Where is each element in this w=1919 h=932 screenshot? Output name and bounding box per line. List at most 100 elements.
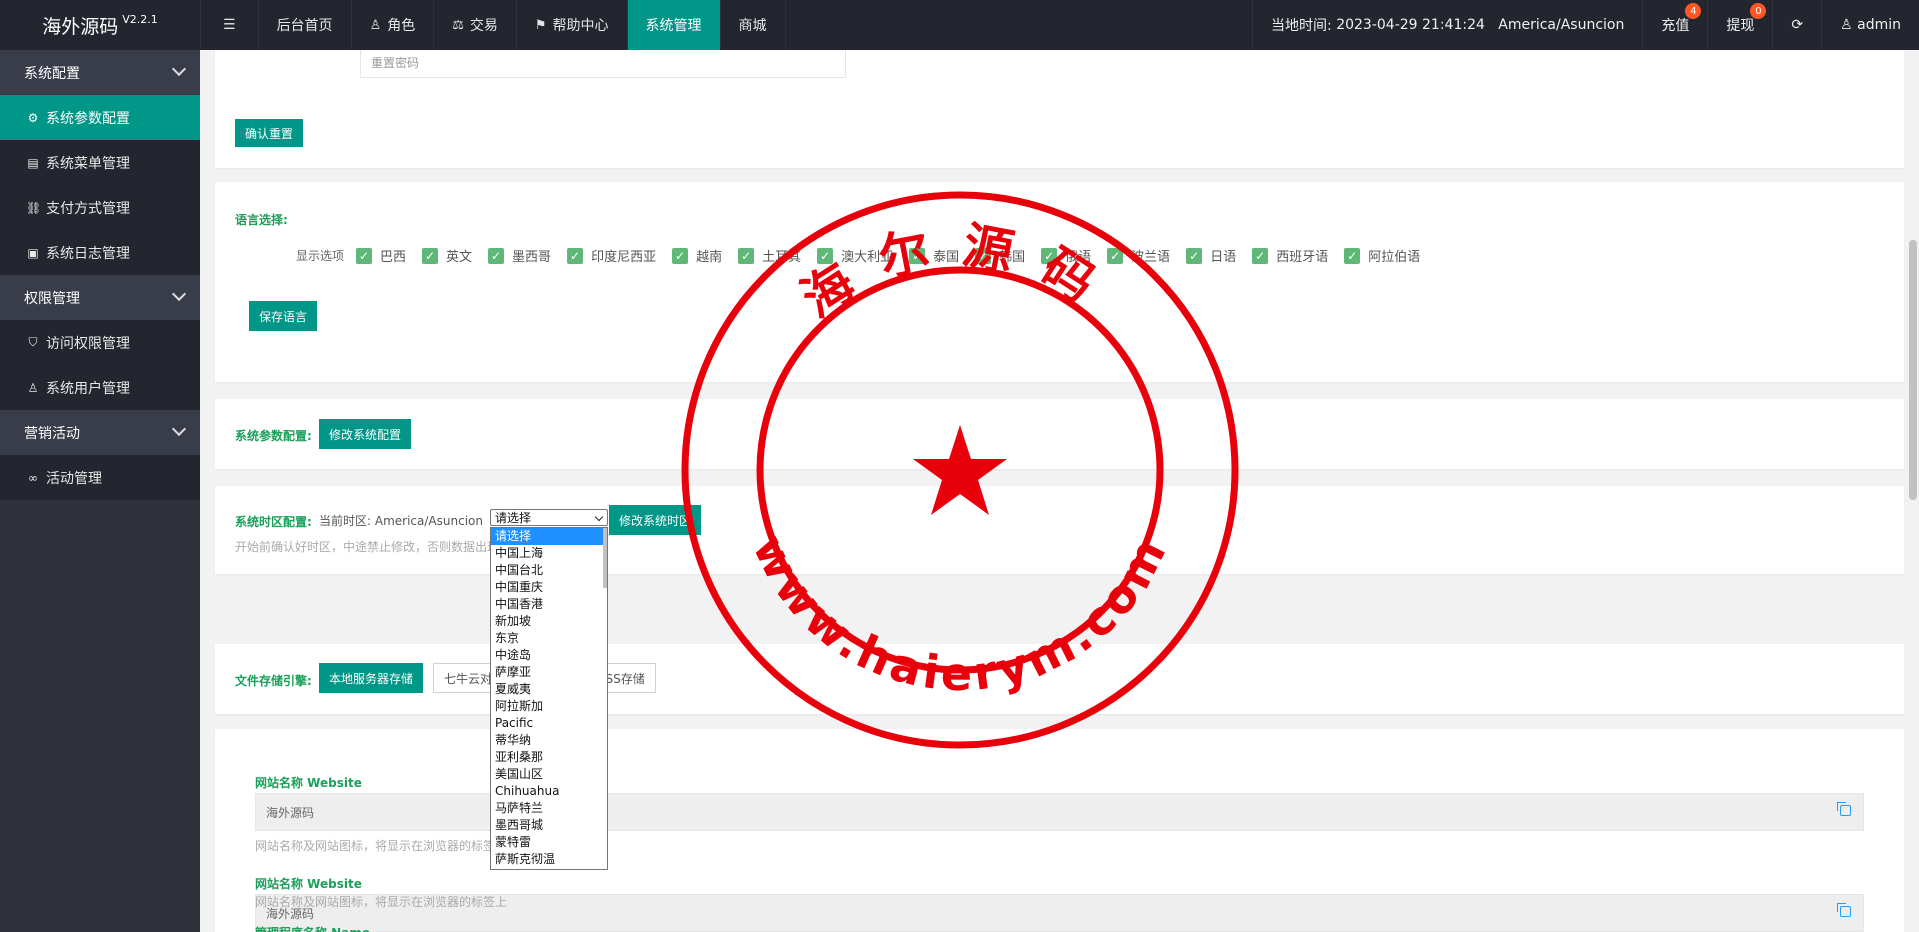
reset-password-input[interactable]: 重置密码	[360, 50, 846, 78]
recharge-button[interactable]: 充值 4	[1642, 0, 1707, 50]
system-params-label: 系统参数配置:	[235, 429, 312, 443]
dropdown-option[interactable]: 中国重庆	[491, 579, 607, 596]
sidebar-item-access[interactable]: ⛉ 访问权限管理	[0, 320, 200, 365]
language-title: 语言选择:	[235, 213, 288, 227]
show-options-label: 显示选项	[296, 249, 345, 263]
dropdown-option[interactable]: 夏威夷	[491, 681, 607, 698]
nav-item-role[interactable]: ♙ 角色	[352, 0, 435, 50]
checkbox-check-icon: ✓	[1186, 247, 1203, 264]
dropdown-option[interactable]: 萨摩亚	[491, 664, 607, 681]
user-menu[interactable]: ♙ admin	[1821, 0, 1919, 50]
sidebar: 系统配置 ⚙ 系统参数配置 ▤ 系统菜单管理 ⛓ 支付方式管理 ▣ 系统日志管理 权限管…	[0, 50, 200, 932]
lang-checkbox-russian[interactable]: ✓ 俄语	[1041, 246, 1091, 265]
sidebar-item-system-params[interactable]: ⚙ 系统参数配置	[0, 95, 200, 140]
dropdown-option[interactable]: 萨斯克彻温	[491, 851, 607, 868]
copy-icon[interactable]	[1837, 903, 1851, 917]
main-content: 重置密码 确认重置 语言选择: 显示选项 ✓ 巴西 ✓ 英文 ✓ 墨西哥 ✓ 印度尼西亚…	[200, 50, 1919, 932]
shield-icon: ⛉	[28, 335, 38, 349]
dropdown-option[interactable]: 亚利桑那	[491, 749, 607, 766]
withdraw-badge: 0	[1750, 3, 1767, 19]
dropdown-option[interactable]: 阿拉斯加	[491, 698, 607, 715]
checkbox-check-icon: ✓	[1252, 247, 1269, 264]
checkbox-check-icon: ✓	[672, 247, 689, 264]
scale-icon: ⚖	[452, 17, 464, 33]
sidebar-item-activity[interactable]: ∞ 活动管理	[0, 455, 200, 500]
modify-system-config-button[interactable]: 修改系统配置	[319, 419, 412, 449]
scrollbar-thumb[interactable]	[1909, 240, 1917, 500]
dropdown-option[interactable]: Pacific	[491, 715, 607, 732]
flag-icon: ⚑	[534, 17, 547, 33]
lang-checkbox-spanish[interactable]: ✓ 西班牙语	[1252, 246, 1328, 265]
modify-timezone-button[interactable]: 修改系统时区	[609, 505, 702, 535]
top-header: 海外源码 V2.2.1 ☰ 后台首页 ♙ 角色 ⚖ 交易 ⚑ 帮助中心 系统管理 商城 …	[0, 0, 1919, 50]
dropdown-option[interactable]: 新加坡	[491, 613, 607, 630]
current-timezone-value: America/Asuncion	[374, 514, 483, 528]
lang-checkbox-korea[interactable]: ✓ 韩国	[975, 246, 1025, 265]
chevron-down-icon	[594, 512, 604, 522]
sidebar-item-users[interactable]: ♙ 系统用户管理	[0, 365, 200, 410]
confirm-reset-button[interactable]: 确认重置	[235, 119, 304, 147]
sidebar-group-permission[interactable]: 权限管理	[0, 275, 200, 320]
refresh-button[interactable]: ⟳	[1772, 0, 1821, 50]
website-name-hint: 网站名称及网站图标，将显示在浏览器的标签上	[255, 839, 508, 853]
sidebar-item-menu-manage[interactable]: ▤ 系统菜单管理	[0, 140, 200, 185]
nav-item-system[interactable]: 系统管理	[627, 0, 721, 50]
checkbox-check-icon: ✓	[1107, 247, 1124, 264]
infinity-icon: ∞	[28, 470, 38, 485]
admin-name-label: 管理程序名称 Name	[255, 924, 370, 932]
storage-local-button[interactable]: 本地服务器存储	[319, 663, 424, 693]
dropdown-option[interactable]: 蒙特雷	[491, 834, 607, 851]
sidebar-group-system-config[interactable]: 系统配置	[0, 50, 200, 95]
lang-checkbox-turkey[interactable]: ✓ 土耳其	[738, 246, 801, 265]
timezone-hint: 开始前确认好时区，中途禁止修改，否则数据出现错误	[235, 540, 524, 554]
lang-checkbox-english[interactable]: ✓ 英文	[422, 246, 472, 265]
sidebar-item-payment[interactable]: ⛓ 支付方式管理	[0, 185, 200, 230]
page-scrollbar[interactable]	[1907, 50, 1919, 932]
dropdown-option[interactable]: 美国山区	[491, 766, 607, 783]
chevron-down-icon	[171, 421, 187, 437]
lang-checkbox-japanese[interactable]: ✓ 日语	[1186, 246, 1236, 265]
dropdown-option[interactable]: 中国上海	[491, 545, 607, 562]
lang-checkbox-arabic[interactable]: ✓ 阿拉伯语	[1344, 246, 1420, 265]
storage-card: 文件存储引擎: 本地服务器存储 七牛云对象存储 阿里云OSS存储	[215, 644, 1904, 714]
calendar-icon: ▤	[27, 155, 39, 170]
menu-toggle-button[interactable]: ☰	[200, 0, 259, 50]
dropdown-option[interactable]: 马萨特兰	[491, 800, 607, 817]
sidebar-item-logs[interactable]: ▣ 系统日志管理	[0, 230, 200, 275]
dropdown-option[interactable]: 中国香港	[491, 596, 607, 613]
dropdown-option[interactable]: 请选择	[491, 528, 607, 545]
checkbox-check-icon: ✓	[488, 247, 505, 264]
checkbox-check-icon: ✓	[817, 247, 834, 264]
local-time: 当地时间: 2023-04-29 21:41:24 America/Asunci…	[1252, 0, 1642, 50]
dropdown-option[interactable]: Chihuahua	[491, 783, 607, 800]
dropdown-option[interactable]: 中国台北	[491, 562, 607, 579]
app-logo[interactable]: 海外源码 V2.2.1	[0, 0, 200, 50]
nav-item-mall[interactable]: 商城	[721, 0, 786, 50]
lang-checkbox-thailand[interactable]: ✓ 泰国	[909, 246, 959, 265]
lang-checkbox-mexico[interactable]: ✓ 墨西哥	[488, 246, 551, 265]
nav-item-help[interactable]: ⚑ 帮助中心	[517, 0, 628, 50]
gear-icon: ⚙	[27, 110, 39, 125]
nav-item-home[interactable]: 后台首页	[259, 0, 352, 50]
copy-icon[interactable]	[1837, 802, 1851, 816]
sidebar-group-marketing[interactable]: 营销活动	[0, 410, 200, 455]
lang-checkbox-vietnam[interactable]: ✓ 越南	[672, 246, 722, 265]
user-icon: ♙	[1840, 17, 1853, 33]
lang-checkbox-indonesia[interactable]: ✓ 印度尼西亚	[567, 246, 656, 265]
save-language-button[interactable]: 保存语言	[249, 301, 318, 331]
withdraw-button[interactable]: 提现 0	[1707, 0, 1772, 50]
dropdown-scrollbar[interactable]	[603, 528, 607, 588]
app-name: 海外源码	[42, 15, 119, 38]
timezone-select[interactable]: 请选择	[490, 509, 608, 526]
dropdown-options: 请选择 中国上海 中国台北 中国重庆 中国香港 新加坡 东京 中途岛 萨摩亚 夏威夷 阿拉斯加 Pac…	[491, 528, 607, 868]
dropdown-option[interactable]: 墨西哥城	[491, 817, 607, 834]
nav-item-trade[interactable]: ⚖ 交易	[434, 0, 517, 50]
checkbox-check-icon: ✓	[567, 247, 584, 264]
dropdown-option[interactable]: 东京	[491, 630, 607, 647]
lang-checkbox-australia[interactable]: ✓ 澳大利亚	[817, 246, 893, 265]
checkbox-check-icon: ✓	[422, 247, 439, 264]
lang-checkbox-polish[interactable]: ✓ 波兰语	[1107, 246, 1170, 265]
dropdown-option[interactable]: 中途岛	[491, 647, 607, 664]
lang-checkbox-brazil[interactable]: ✓ 巴西	[356, 246, 406, 265]
dropdown-option[interactable]: 蒂华纳	[491, 732, 607, 749]
